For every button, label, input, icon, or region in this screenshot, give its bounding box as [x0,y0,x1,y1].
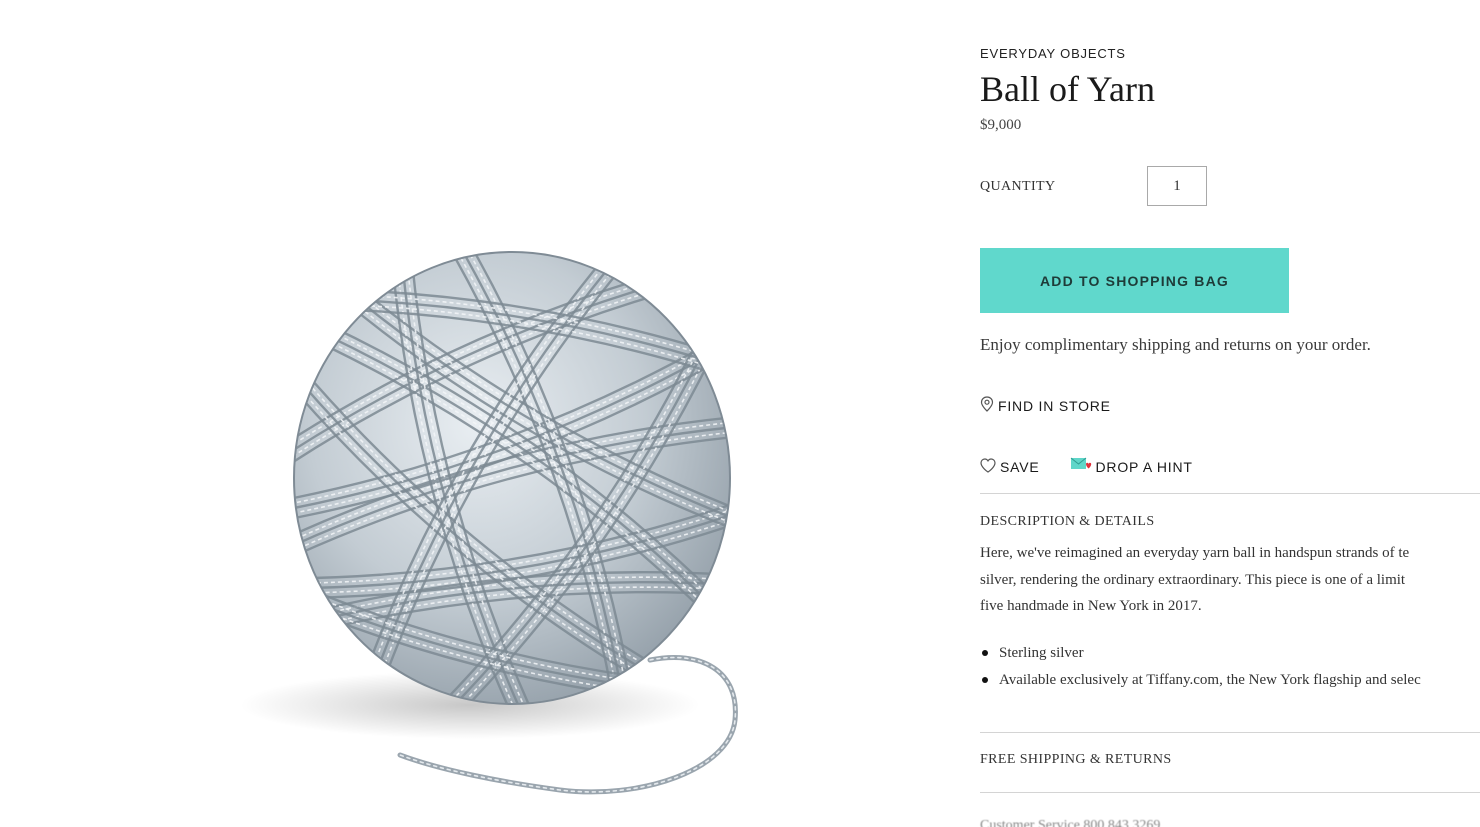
list-item: Sterling silver [980,640,1480,667]
customer-service-text: Customer Service 800 843 3269 [980,818,1161,827]
bullet-text: Available exclusively at Tiffany.com, th… [999,671,1421,688]
product-page: EVERYDAY OBJECTS Ball of Yarn $9,000 QUA… [0,0,1480,827]
product-title: Ball of Yarn [980,69,1156,109]
description-line: Here, we've reimagined an everyday yarn … [980,545,1410,561]
drop-a-hint-label: DROP A HINT [1095,458,1193,475]
bullet-icon [982,650,988,657]
find-in-store-link[interactable]: FIND IN STORE [980,396,1111,415]
product-image [0,0,960,827]
divider [980,792,1480,793]
map-pin-icon [980,396,994,415]
drop-a-hint-button[interactable]: DROP A HINT [1070,457,1193,476]
quantity-input[interactable] [1147,166,1207,206]
heart-icon [980,457,996,476]
collection-label[interactable]: EVERYDAY OBJECTS [980,46,1126,61]
add-to-bag-button[interactable]: ADD TO SHOPPING BAG [980,248,1289,313]
save-button[interactable]: SAVE [980,457,1040,476]
description-text: Here, we've reimagined an everyday yarn … [980,540,1480,620]
list-item: Available exclusively at Tiffany.com, th… [980,667,1480,694]
divider [980,493,1480,494]
action-row: SAVE DROP A HINT [980,457,1193,476]
shipping-note: Enjoy complimentary shipping and returns… [980,335,1371,354]
product-price: $9,000 [980,117,1022,133]
yarn-ball-illustration [240,251,738,795]
product-details: EVERYDAY OBJECTS Ball of Yarn $9,000 QUA… [980,0,1480,827]
save-label: SAVE [1000,458,1040,475]
shipping-returns-heading[interactable]: FREE SHIPPING & RETURNS [980,752,1172,768]
bullet-icon [982,676,988,683]
quantity-label: QUANTITY [980,179,1056,194]
description-line: five handmade in New York in 2017. [980,598,1202,614]
bullet-text: Sterling silver [999,645,1084,661]
gift-envelope-icon [1070,457,1092,476]
find-in-store-label: FIND IN STORE [998,397,1111,414]
divider [980,732,1480,733]
detail-bullets: Sterling silver Available exclusively at… [980,640,1480,693]
description-line: silver, rendering the ordinary extraordi… [980,571,1406,588]
description-heading[interactable]: DESCRIPTION & DETAILS [980,514,1155,530]
